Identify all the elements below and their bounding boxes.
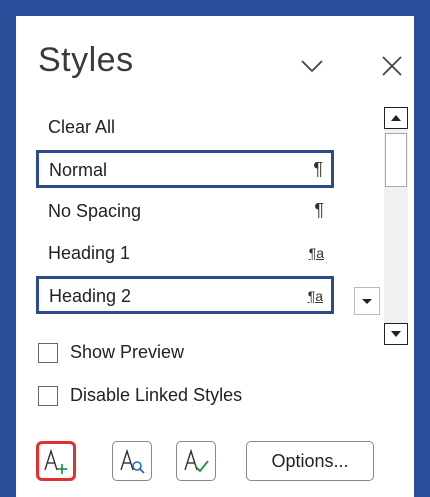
close-icon xyxy=(382,56,402,76)
show-preview-checkbox[interactable] xyxy=(38,343,58,363)
show-preview-label: Show Preview xyxy=(70,342,185,362)
style-item-label: Normal xyxy=(49,160,108,180)
style-dropdown-button[interactable] xyxy=(354,287,380,315)
style-item-heading-1[interactable]: Heading 1 ¶a xyxy=(36,234,334,272)
style-list-scrollbar[interactable] xyxy=(384,107,408,345)
options-button[interactable]: Options... xyxy=(246,441,374,481)
manage-styles-icon xyxy=(184,448,209,473)
style-item-no-spacing[interactable]: No Spacing ¶ xyxy=(36,192,334,230)
close-button[interactable] xyxy=(378,52,406,80)
chevron-down-icon xyxy=(301,60,323,73)
disable-linked-styles-label: Disable Linked Styles xyxy=(70,385,243,405)
window-frame-right xyxy=(414,0,430,497)
linked-style-icon: ¶a xyxy=(308,245,324,261)
disable-linked-styles-option[interactable]: Disable Linked Styles xyxy=(38,384,338,412)
style-item-label: Heading 1 xyxy=(48,243,131,263)
style-item-normal[interactable]: Normal ¶ xyxy=(36,150,334,188)
disable-linked-styles-checkbox[interactable] xyxy=(38,386,58,406)
new-style-button[interactable] xyxy=(36,441,76,481)
paragraph-mark-icon: ¶ xyxy=(314,200,324,220)
style-item-label: Clear All xyxy=(48,117,116,137)
style-inspector-icon xyxy=(120,448,145,474)
pane-title: Styles xyxy=(38,41,134,79)
style-item-label: No Spacing xyxy=(48,201,142,221)
scroll-up-button[interactable] xyxy=(384,107,408,129)
caret-down-icon xyxy=(362,299,372,304)
new-style-icon xyxy=(44,448,67,474)
style-item-heading-2[interactable]: Heading 2 ¶a xyxy=(36,276,334,314)
scroll-down-button[interactable] xyxy=(384,323,408,345)
window-frame-left xyxy=(0,0,16,497)
linked-style-icon: ¶a xyxy=(307,288,323,304)
scroll-thumb[interactable] xyxy=(385,133,407,187)
styles-pane: Styles Clear All Normal ¶ No Spacing ¶ H… xyxy=(16,16,414,497)
show-preview-option[interactable]: Show Preview xyxy=(38,341,338,369)
style-item-clear-all[interactable]: Clear All xyxy=(36,108,334,146)
style-inspector-button[interactable] xyxy=(112,441,152,481)
manage-styles-button[interactable] xyxy=(176,441,216,481)
arrow-down-icon xyxy=(391,331,401,337)
style-item-label: Heading 2 xyxy=(49,286,132,306)
paragraph-mark-icon: ¶ xyxy=(313,159,323,179)
window-frame-top xyxy=(0,0,430,16)
arrow-up-icon xyxy=(391,115,401,121)
collapse-button[interactable] xyxy=(298,52,326,80)
